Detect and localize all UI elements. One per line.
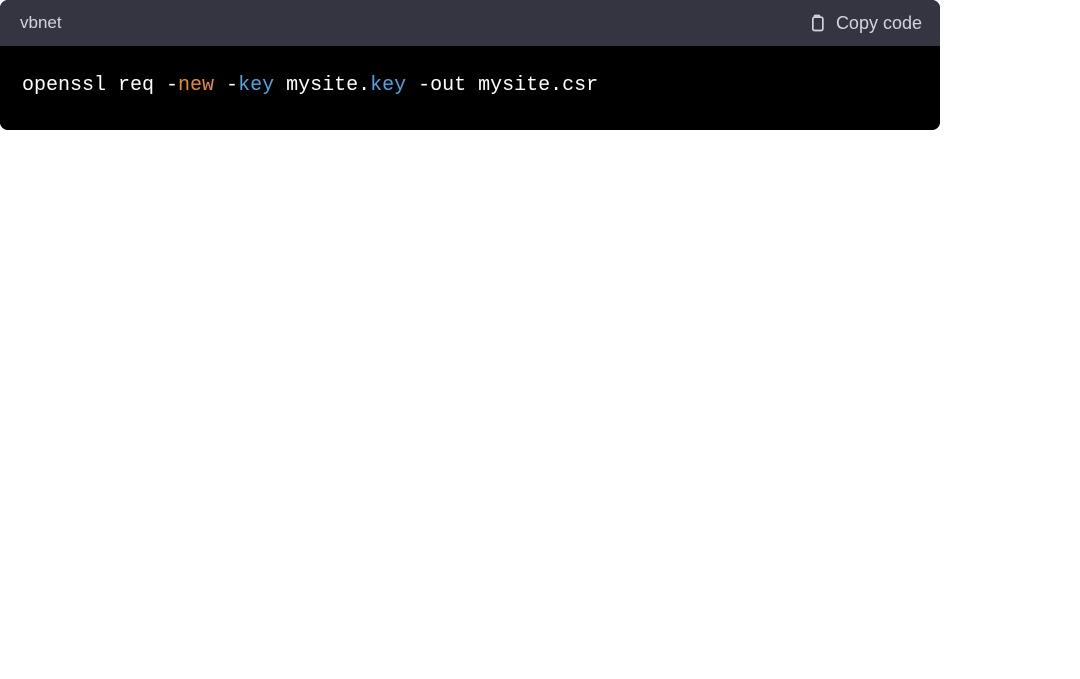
language-label: vbnet bbox=[20, 13, 62, 33]
code-body: openssl req -new -key mysite.key -out my… bbox=[0, 46, 940, 130]
copy-code-label: Copy code bbox=[836, 13, 922, 34]
code-token-keyword: key bbox=[370, 74, 406, 97]
code-line: openssl req -new -key mysite.key -out my… bbox=[22, 72, 918, 100]
code-token: openssl req - bbox=[22, 74, 178, 97]
code-token: -out mysite.csr bbox=[406, 74, 598, 97]
code-header: vbnet Copy code bbox=[0, 0, 940, 46]
copy-code-button[interactable]: Copy code bbox=[807, 13, 922, 34]
clipboard-icon bbox=[807, 13, 827, 33]
code-token: - bbox=[214, 74, 238, 97]
code-token: mysite. bbox=[274, 74, 370, 97]
code-token-keyword: key bbox=[238, 74, 274, 97]
code-block: vbnet Copy code openssl req -new -key my… bbox=[0, 0, 940, 130]
code-token-keyword: new bbox=[178, 74, 214, 97]
